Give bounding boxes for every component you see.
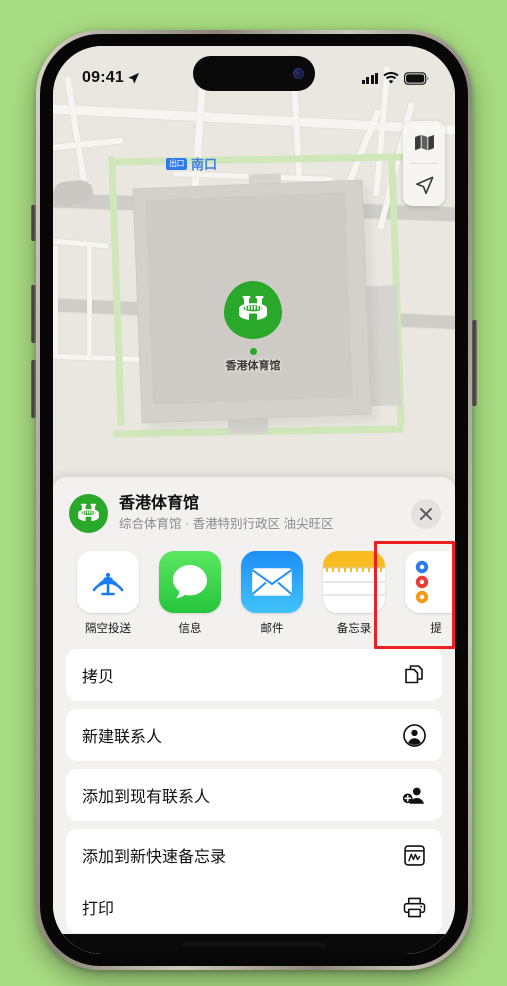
map-building [227, 417, 269, 435]
phone-bezel: 出口 南口 香港体育馆 09:41 香港体育馆 综合体育馆 · 香港特别行政区 … [40, 34, 468, 966]
transit-exit-text: 南口 [191, 157, 218, 172]
share-app-airdrop[interactable]: 隔空投送 [77, 551, 139, 636]
share-sheet: 香港体育馆 综合体育馆 · 香港特别行政区 油尖旺区 隔空投送 信息 邮件 备忘… [53, 477, 455, 954]
power-button[interactable] [472, 320, 477, 406]
action-label: 新建联系人 [82, 729, 163, 746]
close-button[interactable] [411, 498, 441, 529]
quick-note-icon [402, 844, 426, 866]
map-road [53, 103, 455, 138]
status-time-text: 09:41 [82, 69, 124, 86]
share-sheet-titles: 香港体育馆 综合体育馆 · 香港特别行政区 油尖旺区 [119, 494, 400, 533]
action-label: 添加到现有联系人 [82, 789, 211, 806]
app-label: 备忘录 [336, 623, 372, 635]
app-label: 提 [430, 623, 442, 635]
cellular-signal-icon [361, 72, 378, 84]
reminders-icon [405, 551, 455, 613]
map-road [53, 238, 109, 249]
home-indicator[interactable] [182, 942, 326, 947]
action-label: 拷贝 [82, 669, 115, 686]
app-label: 信息 [178, 623, 202, 635]
action-label: 打印 [82, 901, 115, 918]
share-app-mail[interactable]: 邮件 [241, 551, 303, 636]
transit-exit-badge: 出口 [166, 157, 187, 170]
action-group: 添加到新快速备忘录 打印 [66, 829, 442, 933]
pin-anchor-dot [249, 348, 257, 355]
person-circle-icon [402, 723, 426, 747]
action-row-copy[interactable]: 拷贝 [66, 649, 442, 701]
map-place-pin[interactable]: 香港体育馆 [222, 281, 284, 373]
action-group: 新建联系人 [66, 709, 442, 761]
dynamic-island[interactable] [193, 56, 315, 91]
battery-icon [404, 71, 429, 85]
stadium-icon [224, 281, 282, 339]
notes-icon [323, 551, 385, 613]
share-sheet-header: 香港体育馆 综合体育馆 · 香港特别行政区 油尖旺区 [53, 477, 455, 545]
location-arrow-icon [127, 72, 140, 85]
share-app-row: 隔空投送 信息 邮件 备忘录 提 [53, 541, 455, 649]
map-road [87, 246, 92, 356]
map-controls-panel [403, 121, 445, 206]
front-camera-icon [293, 68, 304, 79]
page-subtitle: 综合体育馆 · 香港特别行政区 油尖旺区 [119, 517, 334, 532]
action-group: 添加到现有联系人 [66, 769, 442, 821]
person-badge-plus-icon [402, 784, 426, 806]
volume-down-button[interactable] [31, 360, 36, 418]
page-title: 香港体育馆 [119, 495, 200, 513]
stadium-icon [69, 494, 108, 533]
share-app-notes[interactable]: 备忘录 [323, 551, 385, 636]
action-row-add-existing-contact[interactable]: 添加到现有联系人 [66, 769, 442, 821]
map-road [53, 246, 58, 356]
status-indicators [361, 71, 430, 85]
map-pin-label: 香港体育馆 [225, 360, 281, 372]
action-button[interactable] [31, 205, 36, 241]
action-label: 添加到新快速备忘录 [82, 849, 227, 866]
map-road [53, 137, 124, 151]
app-label: 隔空投送 [85, 623, 131, 635]
wifi-icon [383, 72, 399, 84]
mail-icon [241, 551, 303, 613]
status-time-group: 09:41 [82, 69, 140, 87]
share-action-list: 拷贝 新建联系人 添加到现有联系人 添加到新快速备忘录 打印 [53, 645, 455, 933]
action-row-quick-note[interactable]: 添加到新快速备忘录 [66, 829, 442, 881]
share-app-reminders[interactable]: 提 [405, 551, 455, 636]
printer-icon [402, 897, 426, 918]
airdrop-icon [77, 551, 139, 613]
map-exit-label[interactable]: 出口 南口 [166, 154, 217, 173]
app-label: 邮件 [260, 623, 284, 635]
volume-up-button[interactable] [31, 285, 36, 343]
share-app-messages[interactable]: 信息 [159, 551, 221, 636]
action-group: 拷贝 [66, 649, 442, 701]
navigation-arrow-icon[interactable] [403, 164, 445, 206]
phone-device-frame: 出口 南口 香港体育馆 09:41 香港体育馆 综合体育馆 · 香港特别行政区 … [31, 30, 477, 970]
action-row-new-contact[interactable]: 新建联系人 [66, 709, 442, 761]
phone-screen: 出口 南口 香港体育馆 09:41 香港体育馆 综合体育馆 · 香港特别行政区 … [53, 46, 455, 954]
action-row-print[interactable]: 打印 [66, 881, 442, 933]
copy-icon [402, 664, 426, 687]
messages-icon [159, 551, 221, 613]
map-layers-icon[interactable] [403, 121, 445, 163]
